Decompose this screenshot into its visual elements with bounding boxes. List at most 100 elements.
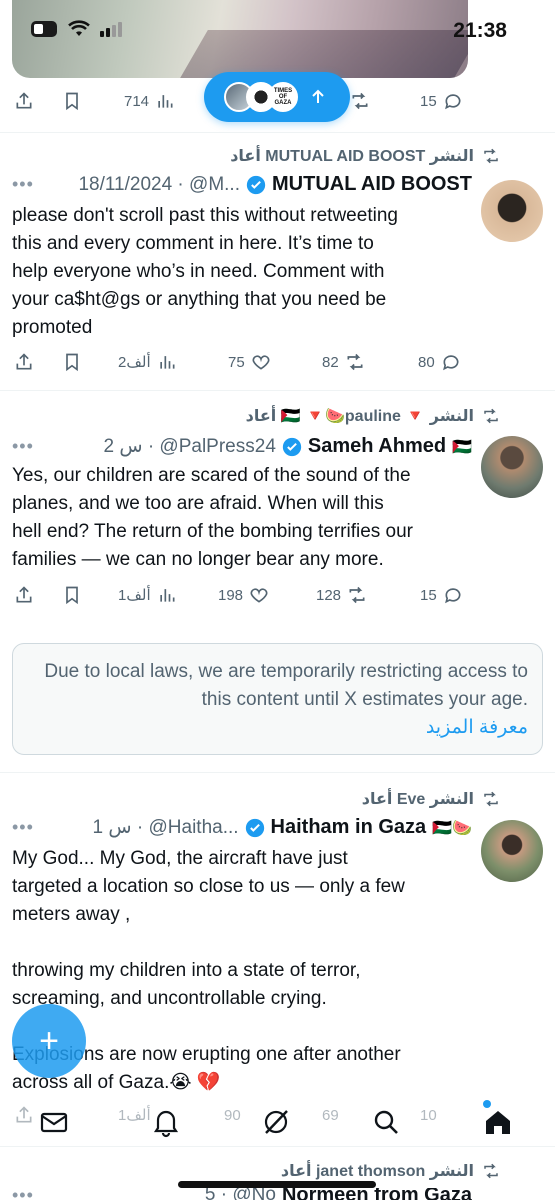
tweet-actions: 2ألف 75 82 80 — [0, 347, 555, 377]
repost-indicator[interactable]: أعاد janet thomson النشر — [281, 1161, 500, 1181]
author-flags: 🇵🇸🍉 — [432, 819, 472, 837]
views-count: 714 — [124, 92, 150, 110]
new-posts-pill[interactable]: TIMES OF GAZA — [204, 72, 350, 122]
more-options-icon[interactable]: ••• — [12, 1188, 34, 1200]
tweet-meta[interactable]: 1 س · @Haitha... — [93, 816, 239, 839]
repost-button[interactable]: 128 — [316, 580, 367, 610]
share-icon — [16, 92, 32, 109]
more-options-icon[interactable]: ••• — [12, 817, 34, 838]
like-count: 75 — [228, 353, 245, 371]
heart-icon — [252, 355, 270, 370]
repost-icon — [484, 408, 498, 424]
notification-dot — [483, 1100, 491, 1108]
heart-icon — [250, 588, 268, 603]
share-button[interactable] — [14, 86, 34, 116]
repost-button[interactable]: 82 — [322, 347, 365, 377]
arrow-up-icon — [312, 89, 324, 103]
verified-badge-icon — [246, 175, 266, 194]
repost-icon — [484, 148, 498, 164]
share-button[interactable] — [14, 347, 34, 377]
repost-by: أعاد Eve النشر — [361, 791, 474, 808]
views-button[interactable]: 714 — [124, 86, 175, 116]
bookmark-button[interactable] — [62, 86, 82, 116]
tweet-text: Yes, our children are scared of the soun… — [12, 465, 413, 570]
more-options-icon[interactable]: ••• — [12, 174, 34, 195]
views-count: 1ألف — [118, 587, 151, 604]
status-icons — [30, 19, 124, 39]
status-bar: 21:38 — [0, 0, 555, 60]
wifi-icon — [68, 20, 90, 36]
share-icon — [16, 586, 32, 603]
learn-more-link[interactable]: معرفة المزيد — [27, 714, 528, 742]
repost-count: 128 — [316, 586, 342, 604]
bell-icon[interactable] — [150, 1106, 182, 1138]
like-button[interactable]: 75 — [228, 347, 271, 377]
views-button[interactable]: 2ألف — [118, 347, 177, 377]
avatar[interactable] — [481, 820, 543, 882]
reply-count: 15 — [420, 92, 437, 110]
grok-icon[interactable] — [260, 1106, 292, 1138]
author-name[interactable]: MUTUAL AID BOOST — [272, 173, 472, 196]
reply-icon — [444, 588, 461, 604]
avatar[interactable] — [481, 180, 543, 242]
share-icon — [16, 353, 32, 370]
reply-button[interactable]: 15 — [420, 580, 463, 610]
tweet-meta[interactable]: 2 س · @PalPress24 — [103, 435, 275, 458]
views-count: 2ألف — [118, 354, 151, 371]
pill-avatar-text: TIMES OF GAZA — [273, 88, 293, 106]
views-icon — [159, 356, 175, 369]
repost-indicator[interactable]: أعاد 🇵🇸 🔻🍉pauline 🔻 النشر — [246, 406, 500, 426]
status-time: 21:38 — [453, 19, 507, 42]
mail-icon[interactable] — [38, 1106, 70, 1138]
search-icon[interactable] — [370, 1106, 402, 1138]
tweet-text: My God... My God, the aircraft have just… — [12, 848, 405, 1093]
repost-button[interactable] — [350, 86, 370, 116]
repost-icon — [352, 92, 368, 110]
author-flags: 🇵🇸 — [452, 438, 472, 456]
tweet-meta[interactable]: 18/11/2024 · @M... — [78, 174, 240, 196]
tweet-text: please don't scroll past this without re… — [12, 205, 398, 338]
repost-icon — [349, 586, 365, 604]
share-button[interactable] — [14, 580, 34, 610]
bookmark-button[interactable] — [62, 580, 82, 610]
author-name[interactable]: Normeen from Gaza — [282, 1188, 472, 1200]
tweet-actions: 1ألف 198 128 15 — [0, 580, 555, 610]
restriction-message: Due to local laws, we are temporarily re… — [44, 661, 528, 710]
reply-icon — [442, 355, 459, 371]
author-name[interactable]: Sameh Ahmed — [308, 435, 446, 458]
views-icon — [159, 589, 175, 602]
views-icon — [158, 95, 173, 108]
repost-indicator[interactable]: أعاد MUTUAL AID BOOST النشر — [230, 146, 500, 166]
like-button[interactable]: 198 — [218, 580, 269, 610]
tweet-meta[interactable]: 5 · @No — [205, 1188, 276, 1200]
tweet-header: ••• 5 · @No Normeen from Gaza — [12, 1188, 472, 1200]
reply-count: 15 — [420, 586, 437, 604]
more-options-icon[interactable]: ••• — [12, 436, 34, 457]
tweet-header: ••• 18/11/2024 · @M... MUTUAL AID BOOST — [12, 173, 472, 196]
views-button[interactable]: 1ألف — [118, 580, 177, 610]
bookmark-button[interactable] — [62, 347, 82, 377]
reply-button[interactable]: 80 — [418, 347, 461, 377]
divider — [0, 772, 555, 773]
compose-button[interactable]: + — [12, 1004, 86, 1078]
repost-by: أعاد 🇵🇸 🔻🍉pauline 🔻 النشر — [245, 408, 474, 425]
repost-icon — [484, 1163, 498, 1179]
author-name[interactable]: Haitham in Gaza — [271, 816, 427, 839]
repost-by: أعاد janet thomson النشر — [280, 1163, 474, 1180]
avatar[interactable] — [481, 436, 543, 498]
home-indicator — [178, 1181, 376, 1188]
repost-icon — [484, 791, 498, 807]
verified-badge-icon — [282, 437, 302, 456]
bookmark-icon — [66, 353, 78, 372]
reply-button[interactable]: 15 — [420, 86, 463, 116]
repost-count: 82 — [322, 353, 339, 371]
repost-indicator[interactable]: أعاد Eve النشر — [362, 789, 500, 809]
plus-icon: + — [39, 1021, 59, 1060]
screen-record-icon — [31, 21, 57, 37]
repost-icon — [347, 353, 363, 371]
bottom-nav — [0, 1098, 555, 1150]
tweet-header: ••• 1 س · @Haitha... Haitham in Gaza 🇵🇸🍉 — [12, 816, 472, 839]
divider — [0, 132, 555, 133]
bookmark-icon — [66, 92, 78, 111]
home-icon[interactable] — [482, 1106, 514, 1138]
